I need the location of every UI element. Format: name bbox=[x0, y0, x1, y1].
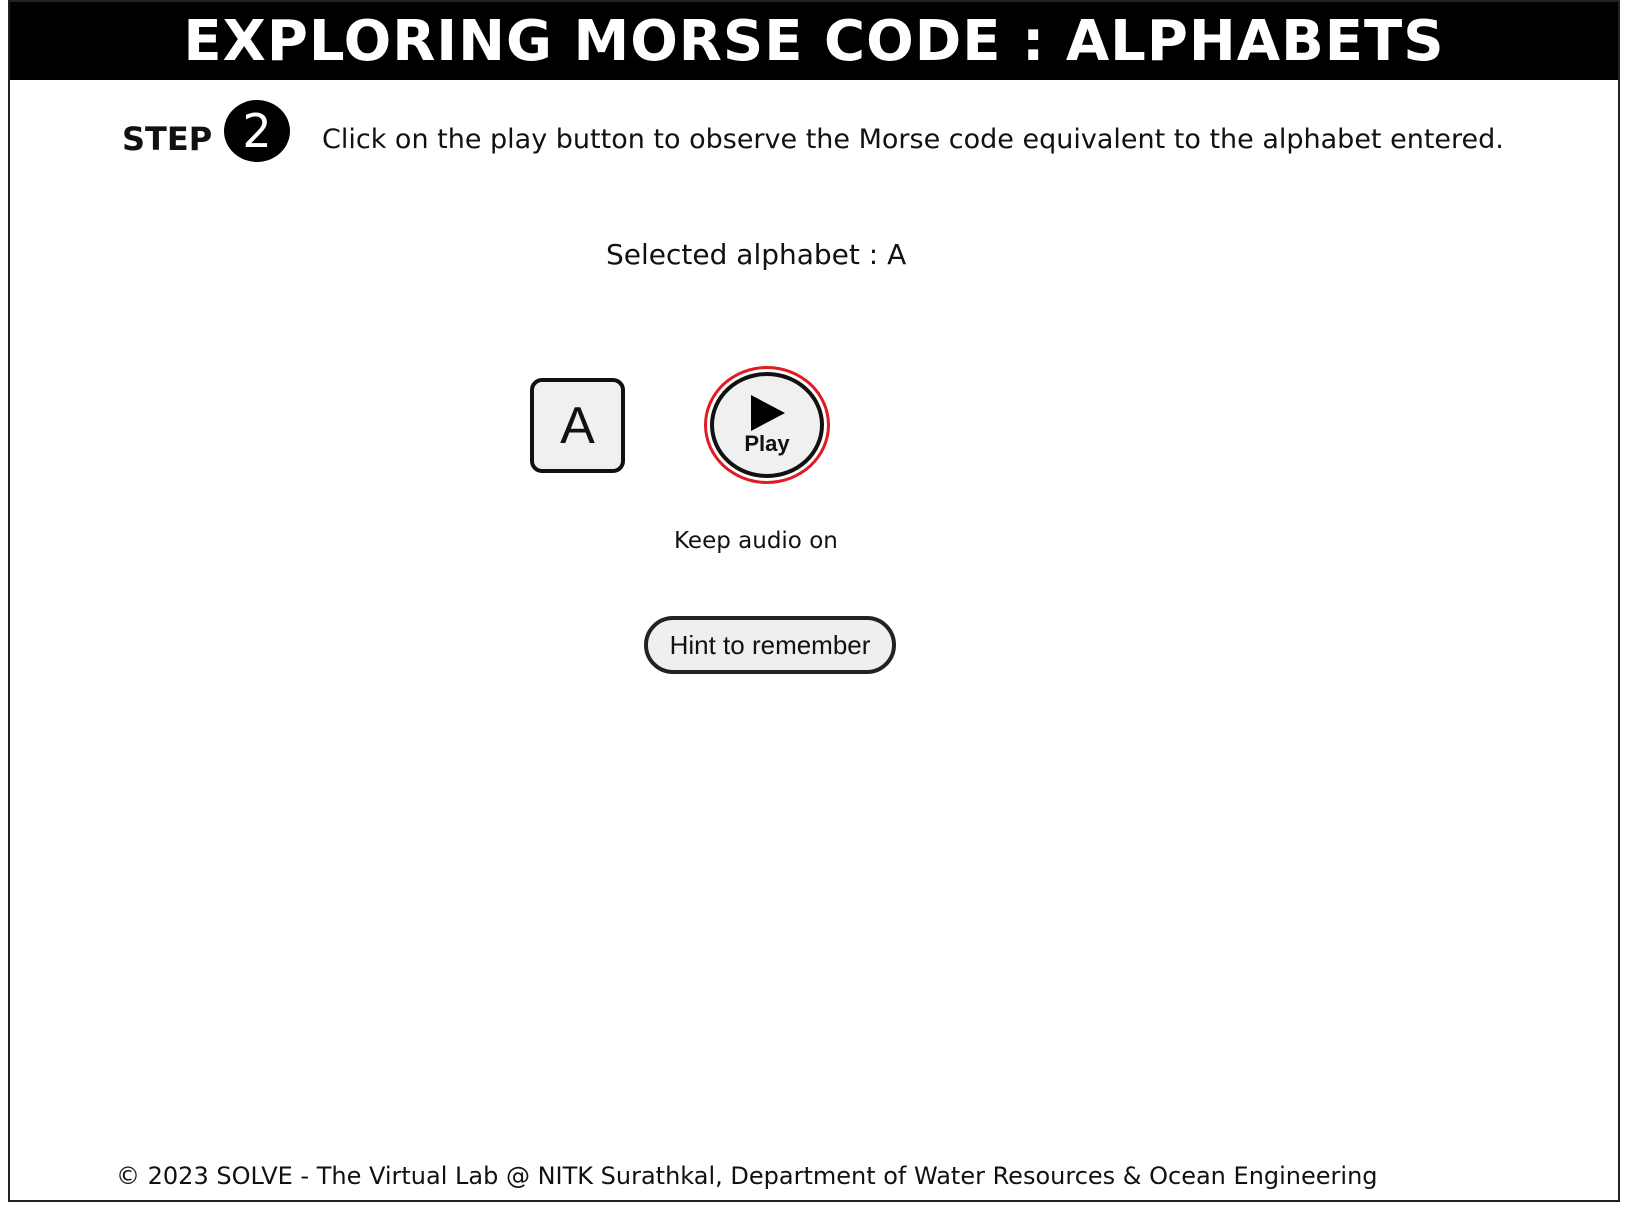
play-button-label: Play bbox=[744, 431, 790, 456]
audio-note: Keep audio on bbox=[674, 528, 838, 554]
step-number-badge: 2 bbox=[224, 100, 290, 162]
page-title: EXPLORING MORSE CODE : ALPHABETS bbox=[10, 2, 1618, 80]
copyright-footer: © 2023 SOLVE - The Virtual Lab @ NITK Su… bbox=[116, 1162, 1378, 1190]
selected-alphabet-text: Selected alphabet : A bbox=[606, 238, 907, 271]
step-instruction: Click on the play button to observe the … bbox=[322, 124, 1504, 155]
play-triangle-icon bbox=[747, 393, 787, 433]
play-button[interactable]: Play bbox=[710, 372, 824, 478]
alphabet-key: A bbox=[530, 378, 625, 473]
hint-button[interactable]: Hint to remember bbox=[644, 616, 896, 674]
lab-frame: EXPLORING MORSE CODE : ALPHABETS STEP 2 … bbox=[8, 0, 1620, 1202]
step-label: STEP bbox=[122, 120, 213, 158]
